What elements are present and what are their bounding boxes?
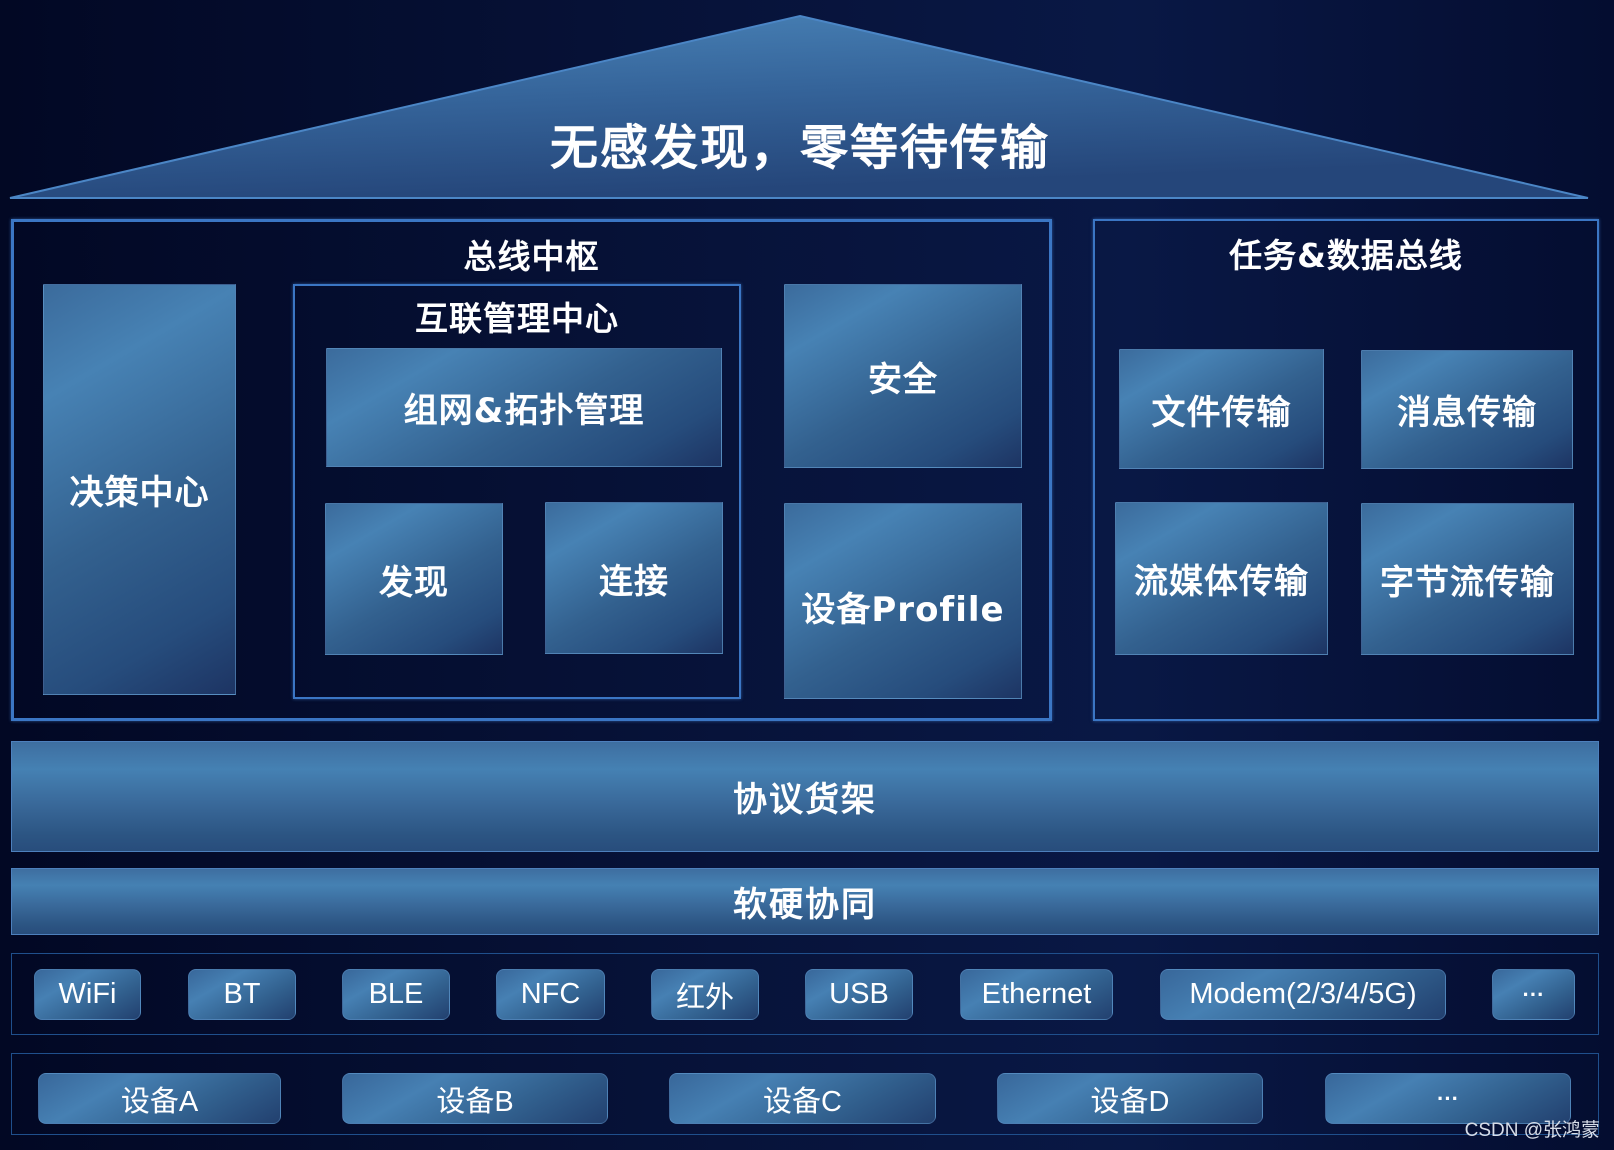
transport-usb[interactable]: USB [805,969,913,1020]
device-d[interactable]: 设备D [997,1073,1263,1124]
device-c[interactable]: 设备C [669,1073,936,1124]
transport-bt[interactable]: BT [188,969,296,1020]
watermark: CSDN @张鸿蒙 [1464,1120,1600,1141]
transport-infrared[interactable]: 红外 [651,969,759,1020]
stream-media-transfer-block[interactable]: 流媒体传输 [1115,502,1328,655]
architecture-diagram: 无感发现，零等待传输 总线中枢 决策中心 互联管理中心 组网&拓扑管理 发现 连… [0,0,1614,1150]
file-transfer-block[interactable]: 文件传输 [1119,349,1324,469]
protocol-shelf-label: 协议货架 [733,780,877,820]
task-data-bus-title: 任务&数据总线 [1229,236,1463,275]
byte-stream-transfer-block[interactable]: 字节流传输 [1361,503,1574,655]
device-a[interactable]: 设备A [38,1073,281,1124]
bus-hub-title: 总线中枢 [463,237,600,276]
device-profile-block[interactable]: 设备Profile [784,503,1022,699]
transport-wifi[interactable]: WiFi [34,969,141,1020]
transport-more[interactable]: ··· [1492,969,1575,1020]
transport-ethernet[interactable]: Ethernet [960,969,1113,1020]
protocol-shelf-bar[interactable]: 协议货架 [11,741,1599,852]
security-block[interactable]: 安全 [784,284,1022,468]
roof-title: 无感发现，零等待传输 [549,120,1050,176]
transport-nfc[interactable]: NFC [496,969,605,1020]
discovery-block[interactable]: 发现 [325,503,503,655]
connection-block[interactable]: 连接 [545,502,723,654]
networking-topology-block[interactable]: 组网&拓扑管理 [326,348,722,467]
hw-sw-coop-label: 软硬协同 [733,885,877,925]
message-transfer-block[interactable]: 消息传输 [1361,350,1573,469]
decision-center-block[interactable]: 决策中心 [43,284,236,695]
transport-ble[interactable]: BLE [342,969,450,1020]
transport-modem[interactable]: Modem(2/3/4/5G) [1160,969,1446,1020]
device-b[interactable]: 设备B [342,1073,608,1124]
interconnect-title: 互联管理中心 [415,299,619,338]
hw-sw-coop-bar[interactable]: 软硬协同 [11,868,1599,935]
